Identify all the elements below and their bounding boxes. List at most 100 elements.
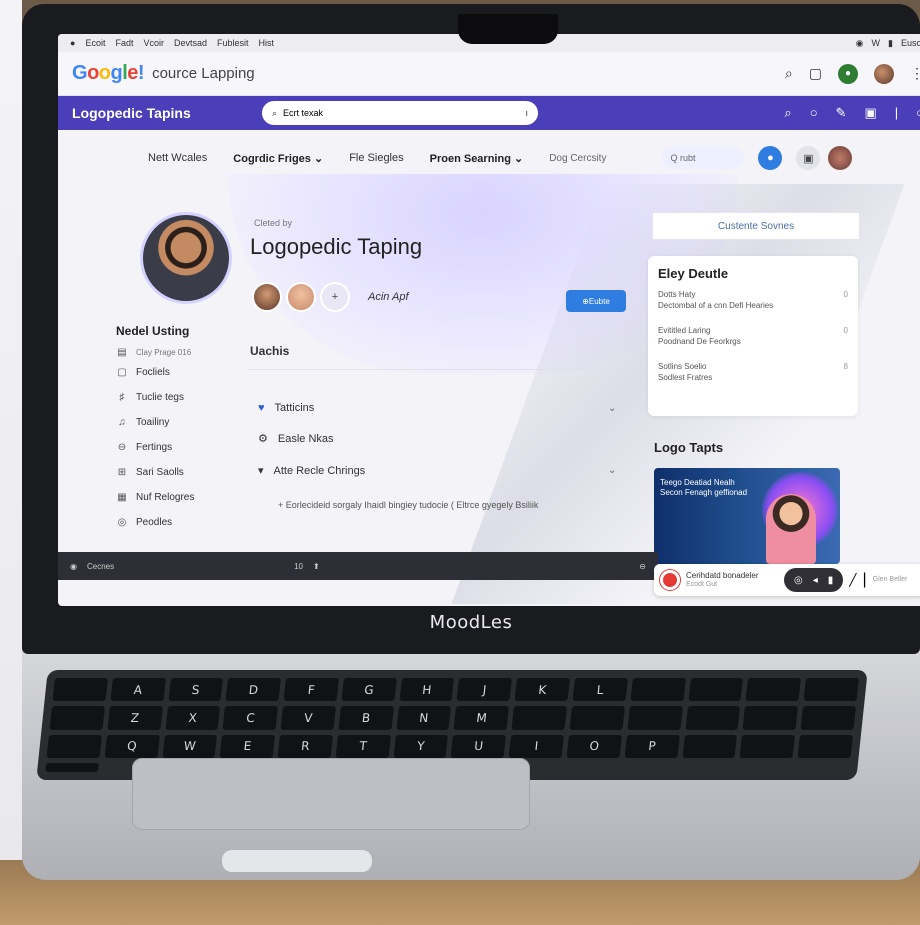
keyboard-key[interactable] <box>569 706 625 730</box>
google-logo[interactable]: Google! <box>72 62 145 85</box>
menu-item[interactable]: Vcoir <box>143 38 164 48</box>
keyboard-key[interactable]: M <box>454 706 510 730</box>
accordion-item[interactable]: ▾ Atte Recle Chrings ⌄ <box>258 464 616 478</box>
keyboard-key[interactable]: N <box>396 706 452 730</box>
keyboard-key[interactable]: T <box>335 734 391 758</box>
keyboard-key[interactable]: G <box>341 678 397 702</box>
menu-item[interactable]: Fublesit <box>217 38 249 48</box>
notification-button[interactable]: ● <box>758 146 783 170</box>
keyboard-key[interactable] <box>745 678 802 702</box>
keyboard-key[interactable] <box>688 678 744 702</box>
keyboard-key[interactable] <box>803 678 859 702</box>
nav-item[interactable]: Dog Cercsity <box>549 153 606 164</box>
keyboard-key[interactable] <box>46 734 102 758</box>
keyboard-key[interactable] <box>45 762 99 772</box>
keyboard-key[interactable]: Z <box>107 706 163 730</box>
more-menu-icon[interactable]: ⋮ <box>910 65 920 82</box>
keyboard-key[interactable] <box>49 706 105 730</box>
list-item[interactable]: Dotts Haty Dectombal of a cnn Defi Hearie… <box>658 289 848 311</box>
primary-button[interactable]: ⊕ Eubte <box>566 290 626 312</box>
keyboard-key[interactable] <box>742 706 799 730</box>
sidebar-item[interactable]: ♯ Tuclie tegs <box>116 385 256 410</box>
keyboard-key[interactable] <box>627 706 683 730</box>
add-participant-icon[interactable]: + <box>320 282 350 312</box>
keyboard-key[interactable] <box>800 706 856 730</box>
edit-icon[interactable]: ✎ <box>836 105 847 121</box>
keyboard-key[interactable]: J <box>456 678 513 702</box>
chrome-icon[interactable]: ◉ <box>70 562 77 571</box>
keyboard-key[interactable]: L <box>572 678 628 702</box>
page-number[interactable]: 10 <box>294 562 303 571</box>
keyboard-key[interactable]: B <box>338 706 394 730</box>
keyboard-key[interactable]: I <box>508 734 565 758</box>
nav-item[interactable]: Nett Wcales <box>148 152 207 164</box>
keyboard-key[interactable] <box>797 734 853 758</box>
search-input[interactable] <box>283 108 520 118</box>
search-bar[interactable]: ⌕ ı <box>262 101 538 125</box>
search-icon[interactable]: ⌕ <box>785 65 793 82</box>
app-title[interactable]: Logopedic Tapins <box>72 105 262 121</box>
keyboard-key[interactable] <box>511 706 568 730</box>
avatar[interactable] <box>874 63 894 84</box>
nav-item[interactable]: Cogrdic Friges ⌄ <box>233 152 323 165</box>
keyboard-key[interactable]: D <box>225 678 282 702</box>
pin-icon[interactable]: ⬆ <box>313 562 320 571</box>
keyboard-key[interactable] <box>739 734 796 758</box>
keyboard-key[interactable]: P <box>624 734 680 758</box>
sidebar-item[interactable]: ♫ Toailiny <box>116 410 256 435</box>
sidebar-item[interactable]: ⊖ Fertings <box>116 435 256 460</box>
sidebar-item[interactable]: ◎ Peodles <box>116 510 256 535</box>
list-item[interactable]: Evititled Laring Poodnand De Feorkrgs 0 <box>658 325 848 347</box>
apple-icon[interactable]: ● <box>70 38 75 48</box>
clear-icon[interactable]: ı <box>525 108 528 118</box>
camera-icon[interactable]: ▣ <box>864 105 876 121</box>
sidebar-item[interactable]: ⊞ Sari Saolls <box>116 460 256 485</box>
pen-icon[interactable]: ╱ <box>849 573 856 587</box>
battery-icon[interactable]: ▮ <box>888 38 893 49</box>
nav-item[interactable]: Proen Searning ⌄ <box>430 152 524 165</box>
keyboard-key[interactable]: V <box>280 706 336 730</box>
keyboard-key[interactable]: S <box>168 678 224 702</box>
chat-button[interactable]: ▣ <box>796 146 821 170</box>
keyboard-key[interactable]: U <box>451 734 507 758</box>
sidebar-item[interactable]: ▦ Nuf Relogres <box>116 485 256 510</box>
nav-search-input[interactable]: Q rubt <box>662 147 745 169</box>
keyboard-key[interactable]: A <box>110 678 166 702</box>
wifi-icon[interactable]: ◉ <box>856 38 864 49</box>
keyboard-key[interactable]: R <box>277 734 333 758</box>
menu-item[interactable]: Ecoit <box>85 38 105 48</box>
keyboard-key[interactable]: W <box>162 734 218 758</box>
menu-item[interactable]: Devtsad <box>174 38 207 48</box>
settings-icon[interactable]: ○ <box>916 105 920 121</box>
accordion-item[interactable]: ♥ Tatticins ⌄ <box>258 402 616 414</box>
add-label[interactable]: Acin Apf <box>368 291 409 303</box>
keyboard-key[interactable]: H <box>399 678 455 702</box>
mic-icon[interactable]: ◎ <box>794 575 803 586</box>
chevron-down-icon[interactable]: ⌄ <box>608 403 616 414</box>
extension-icon[interactable]: ● <box>838 63 858 84</box>
sidebar-item[interactable]: ▤ Clay Prage 016 <box>116 344 256 360</box>
keyboard-key[interactable]: Y <box>393 734 449 758</box>
keyboard-key[interactable]: X <box>165 706 221 730</box>
user-avatar[interactable] <box>828 146 853 170</box>
circle-icon[interactable]: ○ <box>810 105 818 121</box>
keyboard-key[interactable]: C <box>222 706 279 730</box>
keyboard-key[interactable]: E <box>219 734 276 758</box>
keyboard-key[interactable]: F <box>283 678 339 702</box>
keyboard-key[interactable] <box>682 734 738 758</box>
menu-item[interactable]: Fadt <box>115 38 133 48</box>
search-icon[interactable]: ⌕ <box>784 105 791 121</box>
keyboard-key[interactable]: Q <box>104 734 160 758</box>
keyboard-key[interactable]: K <box>514 678 571 702</box>
accordion-item[interactable]: ⚙ Easle Nkas <box>258 432 334 446</box>
record-icon[interactable] <box>660 570 680 590</box>
course-button[interactable]: Custente Sovnes <box>652 212 860 240</box>
avatar[interactable] <box>286 282 316 312</box>
keyboard-key[interactable] <box>685 706 741 730</box>
list-item[interactable]: + Eorlecideid sorgaly Ihaidl bingiey tud… <box>278 499 598 512</box>
list-item[interactable]: Sotlins Soelio Sodlest Fratres 8 <box>658 361 848 383</box>
bookmark-icon[interactable]: ▢ <box>809 65 822 82</box>
video-icon[interactable]: ▮ <box>828 575 834 586</box>
settings-icon[interactable]: ⊖ <box>639 562 646 571</box>
menu-item[interactable]: Hist <box>259 38 275 48</box>
